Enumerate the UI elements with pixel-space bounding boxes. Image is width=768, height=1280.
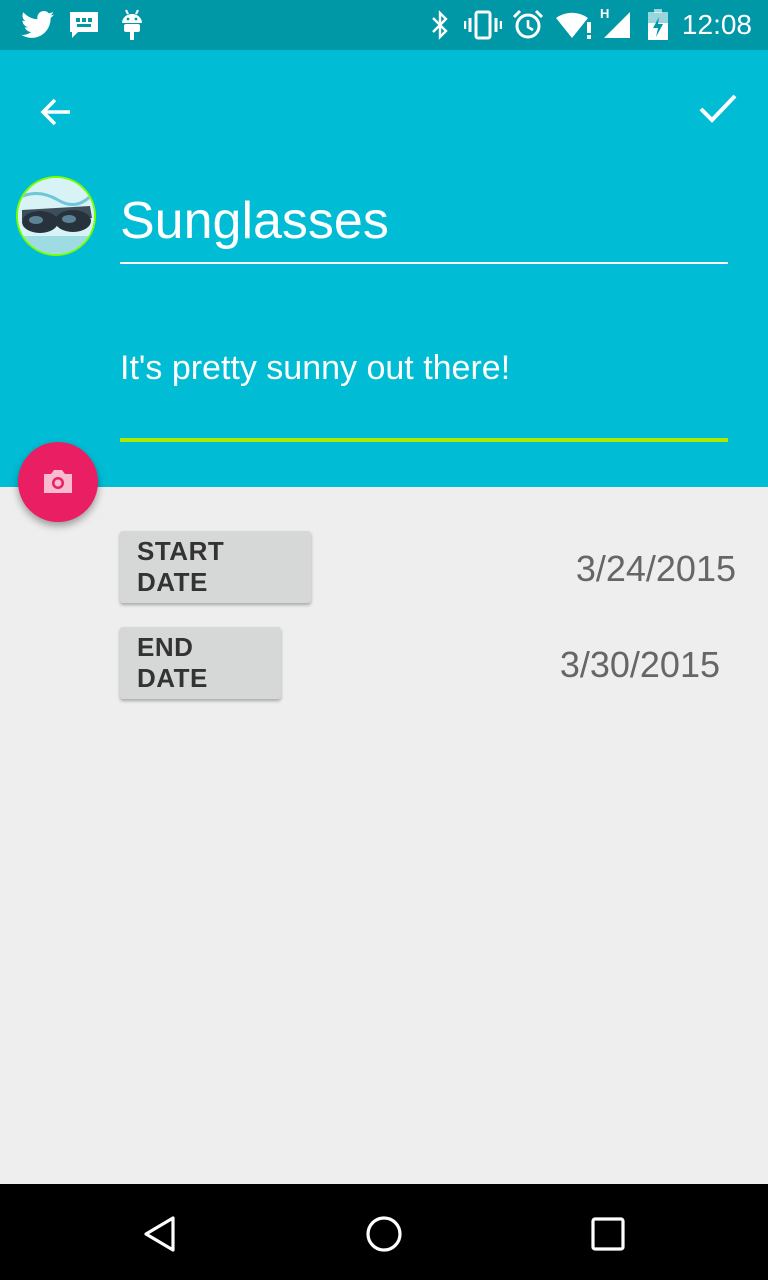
status-bar: H 12:08: [0, 0, 768, 50]
sunglasses-photo: [18, 178, 94, 254]
battery-icon: [646, 9, 670, 41]
start-date-button[interactable]: START DATE: [120, 531, 311, 603]
camera-icon: [44, 470, 72, 493]
bluetooth-icon: [428, 9, 452, 41]
vibrate-icon: [464, 9, 502, 41]
message-icon: [68, 9, 100, 41]
end-date-value: 3/30/2015: [559, 644, 720, 685]
description-text: It's pretty sunny out there!: [120, 349, 511, 387]
start-date-value: 3/24/2015: [575, 548, 736, 589]
navigation-bar: [0, 1184, 768, 1280]
end-date-button[interactable]: END DATE: [120, 627, 281, 699]
check-icon: [699, 94, 737, 123]
signal-icon: H: [598, 6, 634, 41]
nav-back-button[interactable]: [130, 1204, 190, 1264]
arrow-back-icon: [40, 98, 70, 126]
signal-type-label: H: [600, 6, 610, 21]
description-input[interactable]: It's pretty sunny out there!: [120, 336, 728, 442]
recents-nav-icon: [591, 1217, 625, 1251]
title-input[interactable]: Sunglasses: [120, 178, 728, 264]
android-icon: [118, 9, 146, 41]
avatar[interactable]: [16, 176, 96, 256]
nav-home-button[interactable]: [354, 1204, 414, 1264]
back-button[interactable]: [28, 84, 84, 140]
status-time: 12:08: [681, 9, 752, 40]
title-text: Sunglasses: [120, 192, 389, 250]
wifi-icon: [556, 9, 592, 41]
edit-header: Sunglasses It's pretty sunny out there!: [0, 50, 768, 487]
nav-recents-button[interactable]: [578, 1204, 638, 1264]
back-nav-icon: [144, 1216, 175, 1252]
camera-button[interactable]: [18, 442, 98, 522]
home-nav-icon: [366, 1216, 402, 1252]
twitter-icon: [20, 9, 56, 41]
save-button[interactable]: [688, 80, 748, 136]
alarm-icon: [512, 9, 544, 41]
